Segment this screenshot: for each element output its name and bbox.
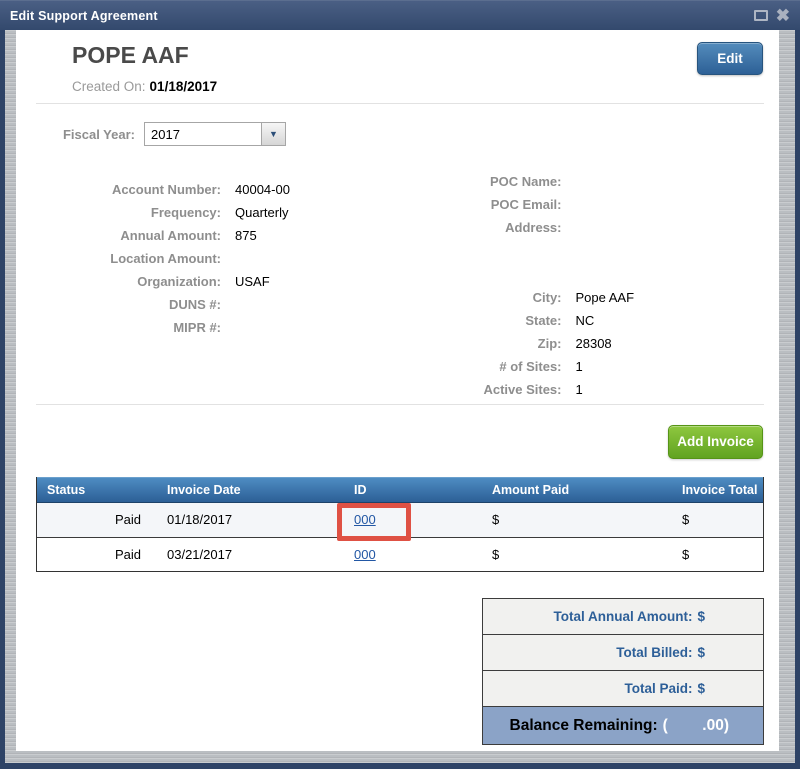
field-zip: Zip: 28308	[537, 336, 612, 351]
close-icon[interactable]: ✖	[776, 7, 790, 24]
field-mipr: MIPR #:	[173, 320, 221, 335]
dialog-title: Edit Support Agreement	[10, 8, 158, 23]
invoice-amount-paid: $	[492, 512, 500, 527]
field-num-sites: # of Sites: 1	[499, 359, 583, 374]
field-frequency: Frequency: Quarterly	[150, 205, 289, 220]
invoice-table-body: Paid 01/18/2017 000 $ $ Paid 03/21/2017 …	[37, 503, 763, 571]
divider-top	[36, 103, 764, 104]
field-active-sites: Active Sites: 1	[483, 382, 583, 397]
total-billed-row: Total Billed: $	[483, 635, 763, 671]
edit-button[interactable]: Edit	[697, 42, 763, 75]
total-paid-value: $	[697, 681, 705, 696]
created-on-value: 01/18/2017	[149, 79, 218, 94]
balance-remaining-row: Balance Remaining: ( .00)	[483, 707, 763, 744]
invoice-date: 03/21/2017	[167, 547, 233, 562]
field-poc-email: POC Email:	[490, 197, 562, 212]
fiscal-year-select[interactable]: 2017 ▼	[144, 122, 286, 146]
column-header-id: ID	[354, 483, 367, 497]
add-invoice-button[interactable]: Add Invoice	[668, 425, 763, 459]
invoice-table: Status Invoice Date ID Amount Paid Invoi…	[36, 477, 764, 572]
fiscal-year-value: 2017	[151, 126, 180, 142]
table-row: Paid 03/21/2017 000 $ $	[37, 537, 763, 571]
total-annual-amount-value: $	[697, 609, 705, 624]
divider-middle	[36, 404, 764, 405]
invoice-id-link[interactable]: 000	[354, 512, 376, 527]
created-on-label: Created On:	[72, 79, 146, 94]
totals-summary-table: Total Annual Amount: $ Total Billed: $ T…	[482, 598, 764, 745]
content-panel: POPE AAF Edit Created On: 01/18/2017 Fisc…	[16, 30, 779, 751]
created-on: Created On: 01/18/2017	[72, 79, 217, 94]
invoice-date: 01/18/2017	[167, 512, 233, 527]
total-billed-label: Total Billed:	[616, 645, 693, 660]
field-annual-amount: Annual Amount: 875	[120, 228, 257, 243]
total-paid-label: Total Paid:	[624, 681, 693, 696]
invoice-table-header: Status Invoice Date ID Amount Paid Invoi…	[37, 477, 763, 503]
agreement-details: Account Number: 40004-00 Frequency: Quarte…	[16, 170, 779, 401]
invoice-total: $	[682, 547, 690, 562]
column-header-status: Status	[47, 483, 86, 497]
total-paid-row: Total Paid: $	[483, 671, 763, 707]
column-header-invoice-date: Invoice Date	[167, 483, 241, 497]
invoice-amount-paid: $	[492, 547, 500, 562]
field-address: Address:	[505, 220, 562, 235]
invoice-id-link[interactable]: 000	[354, 547, 376, 562]
invoice-total: $	[682, 512, 690, 527]
column-header-amount-paid: Amount Paid	[492, 483, 570, 497]
fiscal-year-label: Fiscal Year:	[62, 126, 135, 142]
dialog-body-area: POPE AAF Edit Created On: 01/18/2017 Fisc…	[5, 30, 795, 763]
address-spacer	[398, 239, 780, 286]
total-annual-amount-row: Total Annual Amount: $	[483, 599, 763, 635]
field-organization: Organization: USAF	[137, 274, 270, 289]
total-billed-value: $	[697, 645, 705, 660]
invoice-status: Paid	[114, 512, 141, 527]
column-header-invoice-total: Invoice Total	[682, 483, 758, 497]
field-location-amount: Location Amount:	[110, 251, 221, 266]
field-city: City: Pope AAF	[532, 290, 635, 305]
invoice-status: Paid	[114, 547, 141, 562]
balance-remaining-label: Balance Remaining:	[509, 716, 658, 734]
field-account-number: Account Number: 40004-00	[111, 182, 290, 197]
details-left-column: Account Number: 40004-00 Frequency: Quarte…	[16, 170, 398, 401]
field-state: State: NC	[525, 313, 595, 328]
page-title: POPE AAF	[72, 42, 189, 68]
maximize-icon[interactable]	[753, 10, 768, 21]
window-controls: ✖	[753, 7, 790, 24]
dialog-titlebar: Edit Support Agreement ✖	[0, 0, 800, 30]
balance-remaining-value: ( .00)	[662, 716, 729, 734]
edit-support-agreement-dialog: Edit Support Agreement ✖ POPE AAF Edit C…	[0, 0, 800, 769]
field-poc-name: POC Name:	[489, 174, 562, 189]
chevron-down-icon: ▼	[261, 123, 285, 145]
details-right-column: POC Name: POC Email: Address: City: Pope …	[398, 170, 780, 401]
total-annual-amount-label: Total Annual Amount:	[553, 609, 693, 624]
field-duns: DUNS #:	[168, 297, 221, 312]
fiscal-year-row: Fiscal Year: 2017 ▼	[36, 122, 286, 146]
table-row: Paid 01/18/2017 000 $ $	[37, 503, 763, 537]
